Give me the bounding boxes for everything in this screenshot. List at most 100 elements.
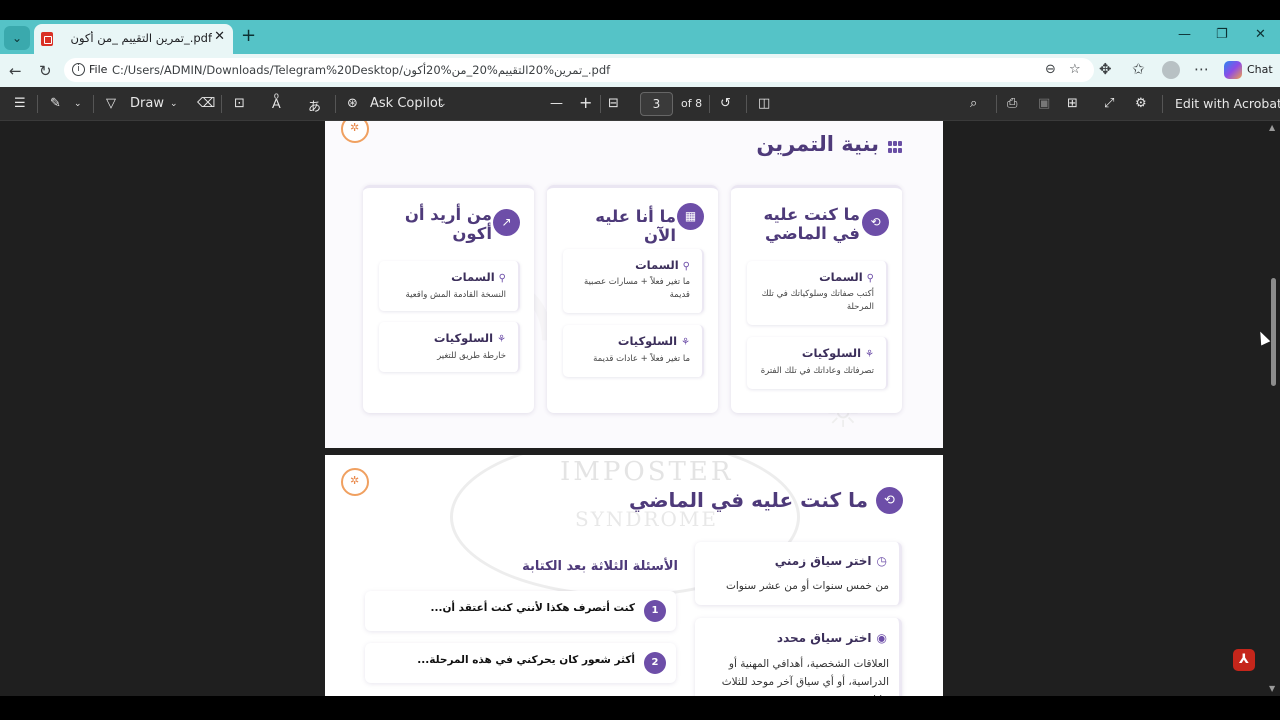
- page-number-input[interactable]: 3: [640, 92, 673, 116]
- info-icon[interactable]: i: [72, 63, 85, 76]
- restore-icon[interactable]: ❐: [1216, 27, 1228, 42]
- grid-icon: [888, 141, 902, 153]
- read-aloud-icon[interactable]: Aͦ: [272, 96, 281, 112]
- subcard-heading: ⚲السمات: [451, 270, 506, 284]
- vertical-scrollbar[interactable]: ▲ ▼: [1266, 121, 1280, 696]
- calendar-icon: ▦: [677, 203, 704, 230]
- favorite-star-icon[interactable]: ☆: [1069, 62, 1081, 77]
- ask-copilot-button[interactable]: Ask Copilot: [370, 96, 443, 111]
- address-bar-row: ← ↻ i File C:/Users/ADMIN/Downloads/Tele…: [0, 54, 1280, 87]
- subcard-behaviors: ⚘السلوكيات تصرفاتك وعاداتك في تلك الفترة: [747, 337, 888, 389]
- file-scheme-label: File: [89, 63, 108, 76]
- subcard-behaviors: ⚘السلوكيات خارطة طريق للتغير: [379, 322, 520, 372]
- subcard-body: أكتب صفاتك وسلوكياتك في تلك المرحلة: [761, 289, 874, 312]
- scrollbar-thumb[interactable]: [1271, 278, 1276, 386]
- url-text[interactable]: C:/Users/ADMIN/Downloads/Telegram%20Desk…: [112, 63, 610, 77]
- info-card-heading: ◷اختر سياق زمني: [774, 554, 887, 568]
- extensions-icon[interactable]: ✥: [1099, 60, 1112, 78]
- section-title: ما كنت عليه في الماضي: [628, 488, 868, 512]
- window-close-icon[interactable]: ✕: [1255, 27, 1266, 42]
- minimize-icon[interactable]: —: [1178, 27, 1191, 42]
- toolbar-divider: [709, 95, 710, 113]
- active-tab[interactable]: تمرين التقييم _من أكون_.pdf ✕: [34, 24, 233, 54]
- tab-list-button[interactable]: ⌄: [4, 26, 30, 50]
- more-menu-icon[interactable]: ⋯: [1194, 60, 1209, 78]
- chevron-down-icon[interactable]: ⌄: [170, 99, 178, 109]
- zoom-icon[interactable]: ⊖: [1045, 62, 1056, 77]
- contents-icon[interactable]: ☰: [14, 96, 26, 111]
- pin-icon: ⚲: [498, 273, 506, 284]
- copilot-icon[interactable]: [1224, 61, 1242, 79]
- print-icon[interactable]: ⎙: [1007, 96, 1017, 111]
- card-title: ما أنا عليه الآن: [595, 207, 676, 245]
- translate-icon[interactable]: あ: [308, 96, 321, 115]
- history-icon: ⟲: [862, 209, 889, 236]
- chevron-down-icon[interactable]: ⌄: [439, 99, 447, 109]
- new-tab-button[interactable]: +: [241, 25, 256, 46]
- highlight-icon[interactable]: ✎: [50, 96, 61, 111]
- tab-strip: ⌄ تمرين التقييم _من أكون_.pdf ✕ + — ❐ ✕: [0, 20, 1280, 54]
- page-total-label: of 8: [681, 97, 703, 110]
- subcard-body: خارطة طريق للتغير: [437, 351, 506, 361]
- toolbar-divider: [996, 95, 997, 113]
- subcard-body: ما تغير فعلاً + عادات قديمة: [593, 354, 690, 364]
- save-as-icon[interactable]: ⊞: [1067, 96, 1078, 111]
- zoom-out-button[interactable]: —: [550, 96, 563, 111]
- search-icon[interactable]: ⌕: [970, 96, 977, 111]
- fit-page-icon[interactable]: ⊟: [608, 96, 619, 111]
- scroll-down-arrow-icon[interactable]: ▼: [1269, 684, 1275, 693]
- scroll-up-arrow-icon[interactable]: ▲: [1269, 123, 1275, 132]
- pin-icon: ⚲: [866, 273, 874, 284]
- subcard-heading: ⚲السمات: [819, 270, 874, 284]
- questions-title: الأسئلة الثلاثة بعد الكتابة: [522, 559, 678, 574]
- subcard-traits: ⚲السمات أكتب صفاتك وسلوكياتك في تلك المر…: [747, 261, 888, 325]
- tab-title: تمرين التقييم _من أكون_.pdf: [70, 31, 212, 45]
- logo-icon: [341, 468, 369, 496]
- toolbar-divider: [335, 95, 336, 113]
- address-bar[interactable]: i File C:/Users/ADMIN/Downloads/Telegram…: [64, 58, 1094, 82]
- back-arrow-icon[interactable]: ←: [9, 62, 22, 80]
- subcard-heading: ⚘السلوكيات: [801, 346, 874, 360]
- save-icon[interactable]: ▣: [1038, 96, 1050, 111]
- info-card-time-context: ◷اختر سياق زمني من خمس سنوات أو من عشر س…: [695, 542, 902, 605]
- history-icon: ⟲: [876, 487, 903, 514]
- acrobat-icon[interactable]: ⅄: [1233, 649, 1255, 671]
- chat-label[interactable]: Chat: [1247, 63, 1273, 76]
- subcard-body: ما تغير فعلاً + مسارات عصبية قديمة: [583, 277, 690, 300]
- subcard-heading: ⚘السلوكيات: [433, 331, 506, 345]
- pdf-page-3: ◠ ☼ بنية التمرين ⟲ ما كنت عليه في الماضي…: [325, 121, 943, 448]
- close-icon[interactable]: ✕: [214, 29, 225, 44]
- pdf-viewer[interactable]: ◠ ☼ بنية التمرين ⟲ ما كنت عليه في الماضي…: [0, 121, 1280, 696]
- pdf-toolbar: ☰ ✎ ⌄ ▽ Draw ⌄ ⌫ ⊡ Aͦ あ ⊛ Ask Copilot ⌄ …: [0, 87, 1280, 121]
- rotate-icon[interactable]: ↺: [720, 96, 731, 111]
- zoom-in-button[interactable]: +: [579, 93, 592, 112]
- target-icon: ◉: [876, 631, 887, 645]
- walking-icon: ⚘: [681, 337, 690, 348]
- page-view-icon[interactable]: ◫: [758, 96, 770, 111]
- reload-icon[interactable]: ↻: [39, 62, 52, 80]
- page-title: بنية التمرين: [756, 132, 879, 156]
- gear-icon[interactable]: ⚙: [1135, 96, 1147, 111]
- subcard-body: النسخة القادمة المش واقعية: [405, 290, 506, 300]
- pdf-file-icon: [41, 32, 53, 46]
- text-box-icon[interactable]: ⊡: [234, 96, 245, 111]
- favorites-icon[interactable]: ✩: [1132, 60, 1145, 78]
- subcard-heading: ⚘السلوكيات: [617, 334, 690, 348]
- subcard-heading: ⚲السمات: [635, 258, 690, 272]
- card-past: ⟲ ما كنت عليه في الماضي ⚲السمات أكتب صفا…: [731, 185, 902, 413]
- walking-icon: ⚘: [865, 349, 874, 360]
- pdf-page-4: IMPOSTER SYNDROME ⟲ ما كنت عليه في الماض…: [325, 455, 943, 696]
- draw-icon[interactable]: ▽: [106, 96, 116, 111]
- card-present: ▦ ما أنا عليه الآن ⚲السمات ما تغير فعلاً…: [547, 185, 718, 413]
- profile-avatar[interactable]: [1162, 61, 1180, 79]
- chevron-down-icon[interactable]: ⌄: [74, 99, 82, 109]
- info-card-body: من خمس سنوات أو من عشر سنوات: [725, 580, 889, 592]
- copilot-toolbar-icon[interactable]: ⊛: [347, 96, 358, 111]
- pin-icon: ⚲: [682, 261, 690, 272]
- question-text: أكثر شعور كان يحركني في هذه المرحلة...: [417, 654, 635, 666]
- fullscreen-icon[interactable]: ⤢: [1104, 96, 1114, 111]
- eraser-icon[interactable]: ⌫: [197, 96, 215, 111]
- edit-with-acrobat-button[interactable]: Edit with Acrobat: [1175, 96, 1280, 111]
- subcard-behaviors: ⚘السلوكيات ما تغير فعلاً + عادات قديمة: [563, 325, 704, 377]
- draw-button[interactable]: Draw: [130, 96, 164, 111]
